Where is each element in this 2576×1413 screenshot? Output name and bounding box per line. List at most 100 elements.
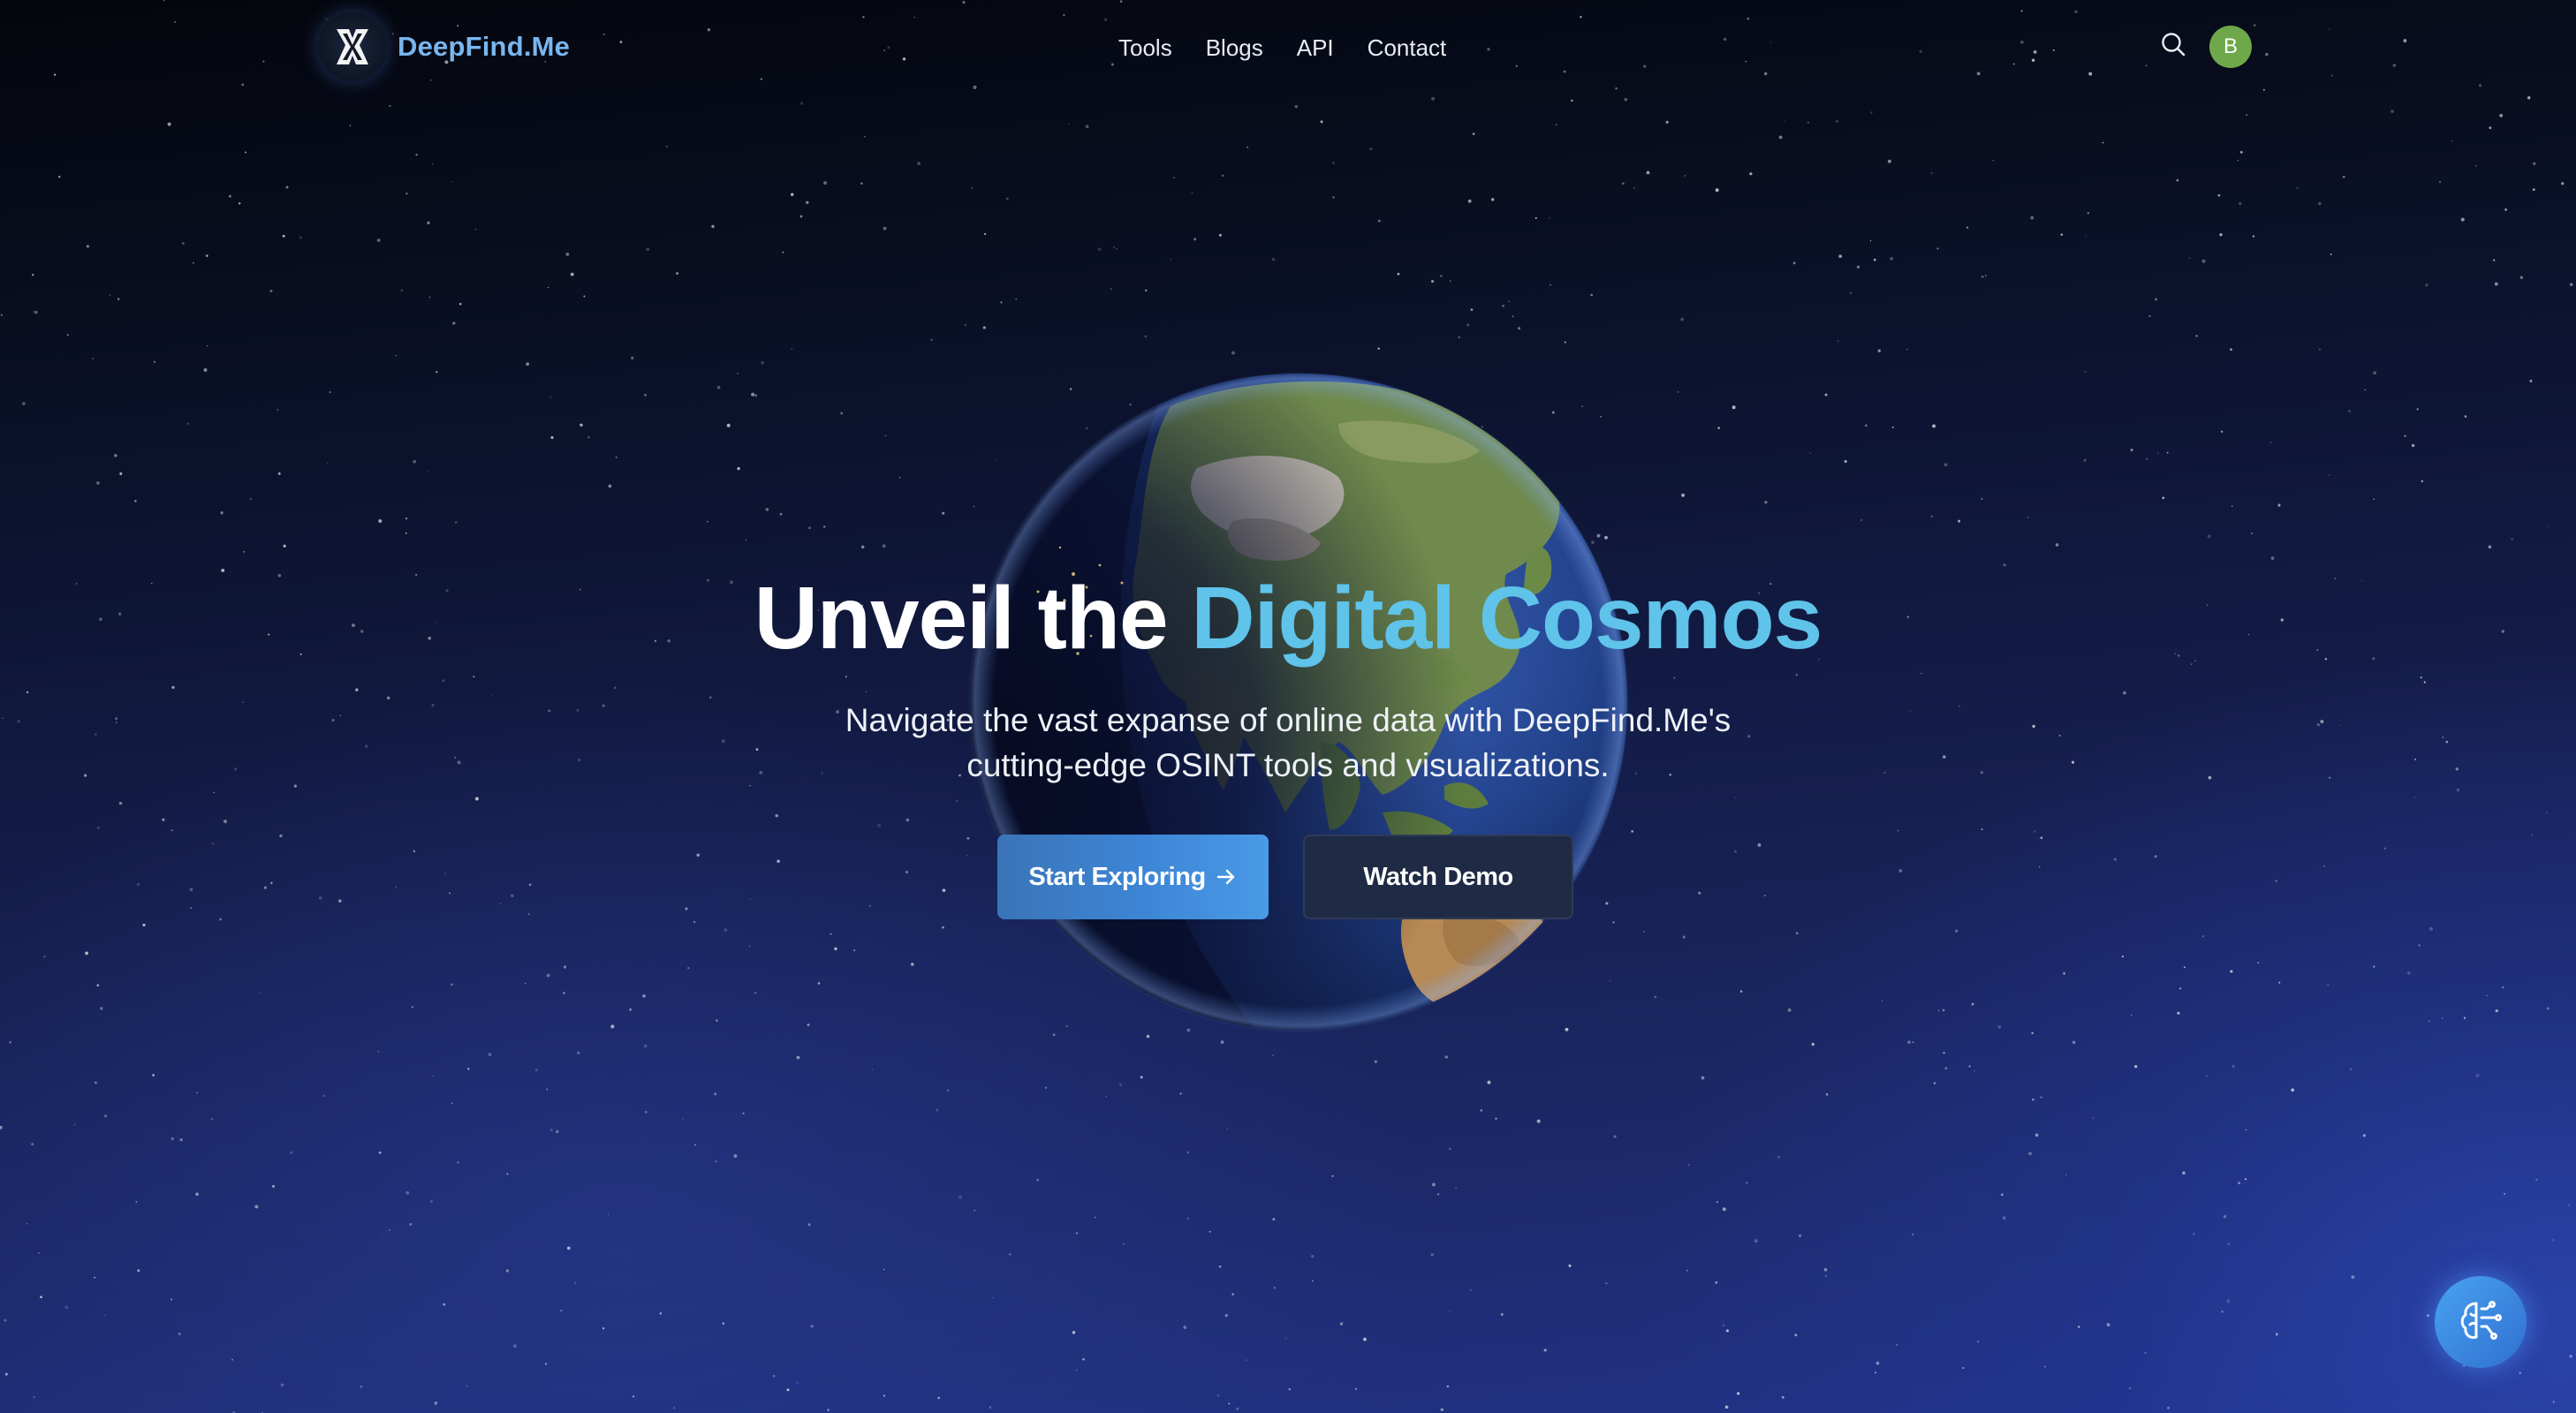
- nav-item-api[interactable]: API: [1297, 30, 1334, 65]
- star: [378, 1151, 382, 1154]
- star: [233, 767, 238, 771]
- star: [526, 362, 530, 366]
- star: [2227, 1243, 2231, 1246]
- star: [716, 385, 721, 389]
- star: [117, 298, 120, 300]
- star: [1236, 1407, 1239, 1410]
- star: [2208, 775, 2212, 780]
- star: [610, 1024, 615, 1029]
- star: [242, 701, 245, 704]
- start-exploring-label: Start Exploring: [1028, 862, 1206, 891]
- star: [2106, 1323, 2110, 1327]
- star: [2463, 1016, 2466, 1019]
- star: [2040, 1096, 2042, 1099]
- star: [2502, 986, 2504, 988]
- star: [1068, 124, 1070, 125]
- nav-item-contact[interactable]: Contact: [1368, 30, 1447, 65]
- star: [573, 1281, 577, 1284]
- star: [9, 1041, 11, 1044]
- star: [726, 423, 731, 427]
- star: [549, 396, 552, 398]
- star: [1144, 335, 1148, 338]
- star: [2519, 1371, 2521, 1374]
- star: [2475, 1074, 2480, 1077]
- star: [1682, 935, 1686, 939]
- star: [1909, 710, 1912, 712]
- star: [431, 703, 435, 707]
- star: [1823, 1267, 1828, 1272]
- star: [709, 696, 712, 699]
- star: [775, 813, 778, 818]
- star: [2239, 201, 2242, 206]
- star: [898, 477, 901, 479]
- star: [2494, 282, 2498, 286]
- star: [799, 102, 804, 105]
- start-exploring-button[interactable]: Start Exploring: [997, 835, 1269, 919]
- star: [2131, 1014, 2133, 1016]
- star: [565, 252, 570, 256]
- star: [563, 965, 567, 969]
- star: [1179, 1092, 1182, 1095]
- star: [443, 1303, 446, 1306]
- star: [2569, 283, 2573, 287]
- star: [2547, 525, 2549, 527]
- ai-assistant-button[interactable]: [2435, 1276, 2527, 1368]
- star: [1431, 1183, 1436, 1187]
- star: [748, 945, 751, 948]
- star: [782, 251, 784, 253]
- star: [2535, 1178, 2538, 1181]
- watch-demo-button[interactable]: Watch Demo: [1303, 835, 1573, 919]
- brand-logo-link[interactable]: DeepFind.Me: [318, 12, 570, 81]
- nav-item-blogs[interactable]: Blogs: [1206, 30, 1263, 65]
- star: [1272, 1054, 1274, 1056]
- star: [40, 1296, 42, 1299]
- star: [2270, 556, 2275, 560]
- star: [687, 966, 690, 970]
- star: [506, 1173, 509, 1175]
- star: [2183, 966, 2186, 969]
- star: [1231, 351, 1235, 355]
- star: [1440, 275, 1443, 277]
- star: [917, 162, 921, 165]
- star: [2102, 141, 2104, 144]
- star: [807, 1223, 811, 1227]
- star: [2034, 1133, 2039, 1137]
- star: [2195, 335, 2198, 337]
- star: [103, 1314, 106, 1316]
- star: [1795, 674, 1798, 676]
- star: [457, 760, 461, 765]
- star: [2144, 1351, 2147, 1354]
- star: [1320, 120, 1323, 124]
- star: [378, 519, 383, 523]
- star: [1795, 932, 1799, 935]
- star: [1332, 162, 1335, 164]
- star: [170, 1137, 175, 1141]
- hero-title-accent: Digital Cosmos: [1191, 569, 1822, 668]
- star: [2087, 212, 2089, 215]
- star: [608, 484, 612, 488]
- star: [1075, 1369, 1078, 1371]
- star: [2460, 217, 2465, 222]
- star: [1284, 1337, 1287, 1340]
- search-button[interactable]: [2157, 30, 2189, 62]
- star: [1825, 1092, 1829, 1096]
- user-avatar[interactable]: B: [2209, 26, 2252, 68]
- star: [491, 694, 494, 696]
- star: [1764, 501, 1768, 504]
- star: [405, 1190, 410, 1195]
- star: [339, 714, 342, 716]
- star: [673, 1407, 675, 1409]
- star: [1912, 1233, 1914, 1236]
- star: [528, 883, 532, 887]
- star: [911, 963, 914, 966]
- star: [1549, 283, 1551, 286]
- star: [1458, 336, 1461, 339]
- star: [1824, 393, 1828, 397]
- star: [2032, 724, 2035, 729]
- star: [2207, 534, 2211, 539]
- nav-item-tools[interactable]: Tools: [1118, 30, 1172, 65]
- star: [1781, 1395, 1784, 1399]
- star: [2404, 434, 2406, 437]
- star: [119, 472, 123, 475]
- star: [1673, 676, 1676, 679]
